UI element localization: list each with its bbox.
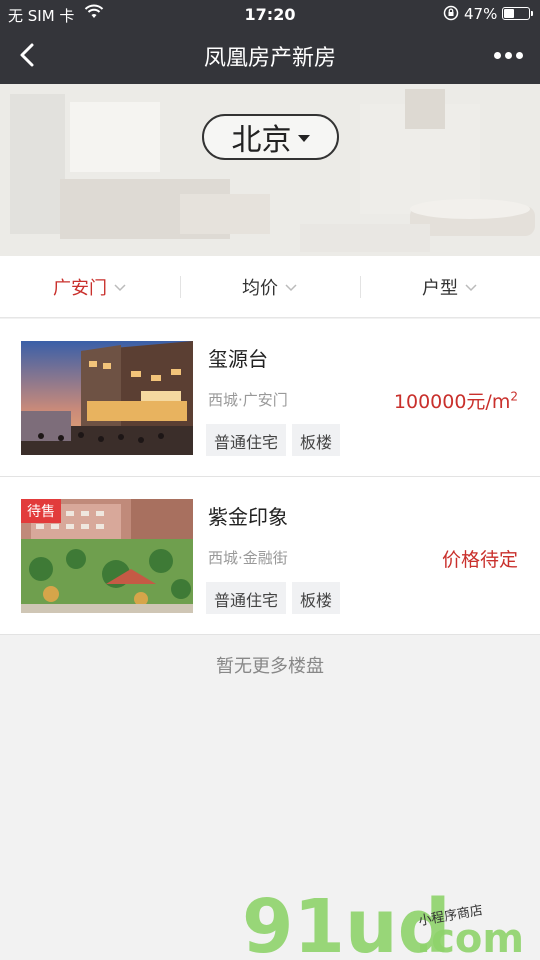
listing-name: 紫金印象	[208, 505, 288, 529]
listing-price: 价格待定	[442, 545, 518, 572]
listing-location: 西城·金融街	[208, 549, 288, 567]
listing-price: 100000元/m2	[394, 387, 518, 414]
listing-photo	[21, 341, 193, 455]
orientation-lock-icon	[443, 5, 459, 21]
status-badge: 待售	[21, 499, 61, 523]
filter-area[interactable]: 广安门	[0, 256, 180, 318]
listing-photo: 待售	[21, 499, 193, 613]
no-more-listings-message: 暂无更多楼盘	[216, 656, 324, 677]
status-bar: 无 SIM 卡 17:20 47%	[0, 0, 540, 28]
price-unit-exponent: 2	[510, 389, 518, 404]
battery-level	[504, 9, 515, 18]
chevron-down-icon	[465, 284, 477, 292]
banner-background-image	[0, 84, 540, 256]
caret-down-icon	[297, 134, 310, 142]
tag: 板楼	[292, 582, 341, 614]
listing-location: 西城·广安门	[208, 391, 288, 409]
battery-icon	[502, 7, 533, 20]
more-dot-icon	[515, 51, 523, 59]
filter-price[interactable]: 均价	[180, 256, 360, 318]
filter-label: 户型	[422, 278, 458, 299]
filter-label: 均价	[242, 278, 278, 299]
price-value: 价格待定	[441, 549, 518, 571]
more-button[interactable]	[486, 37, 530, 73]
chevron-down-icon	[285, 284, 297, 292]
tag-list: 普通住宅 板楼	[206, 582, 341, 614]
top-bar: 无 SIM 卡 17:20 47% 凤凰房产新房	[0, 0, 540, 84]
tag: 普通住宅	[206, 424, 287, 456]
clock: 17:20	[244, 5, 296, 24]
chevron-down-icon	[114, 284, 126, 292]
more-dot-icon	[493, 51, 501, 59]
filter-layout[interactable]: 户型	[360, 256, 540, 318]
city-label: 北京	[231, 123, 292, 158]
listing-name: 玺源台	[208, 347, 268, 371]
filter-label: 广安门	[53, 278, 107, 299]
price-value: 100000元/m	[393, 391, 511, 413]
tag: 普通住宅	[206, 582, 287, 614]
city-banner: 北京	[0, 84, 540, 256]
battery-percent: 47%	[464, 5, 498, 23]
more-dot-icon	[504, 51, 512, 59]
page-title: 凤凰房产新房	[203, 46, 336, 71]
city-selector[interactable]: 北京	[202, 114, 339, 160]
nav-bar: 凤凰房产新房	[0, 28, 540, 84]
filter-bar: 广安门 均价 户型	[0, 256, 540, 318]
tag: 板楼	[292, 424, 341, 456]
site-watermark-logo: 91ud .com 小程序商店	[242, 884, 524, 960]
listing-card[interactable]: 待售 紫金印象 西城·金融街 价格待定 普通住宅 板楼	[0, 477, 540, 635]
tag-list: 普通住宅 板楼	[206, 424, 341, 456]
listing-card[interactable]: 玺源台 西城·广安门 100000元/m2 普通住宅 板楼	[0, 319, 540, 477]
